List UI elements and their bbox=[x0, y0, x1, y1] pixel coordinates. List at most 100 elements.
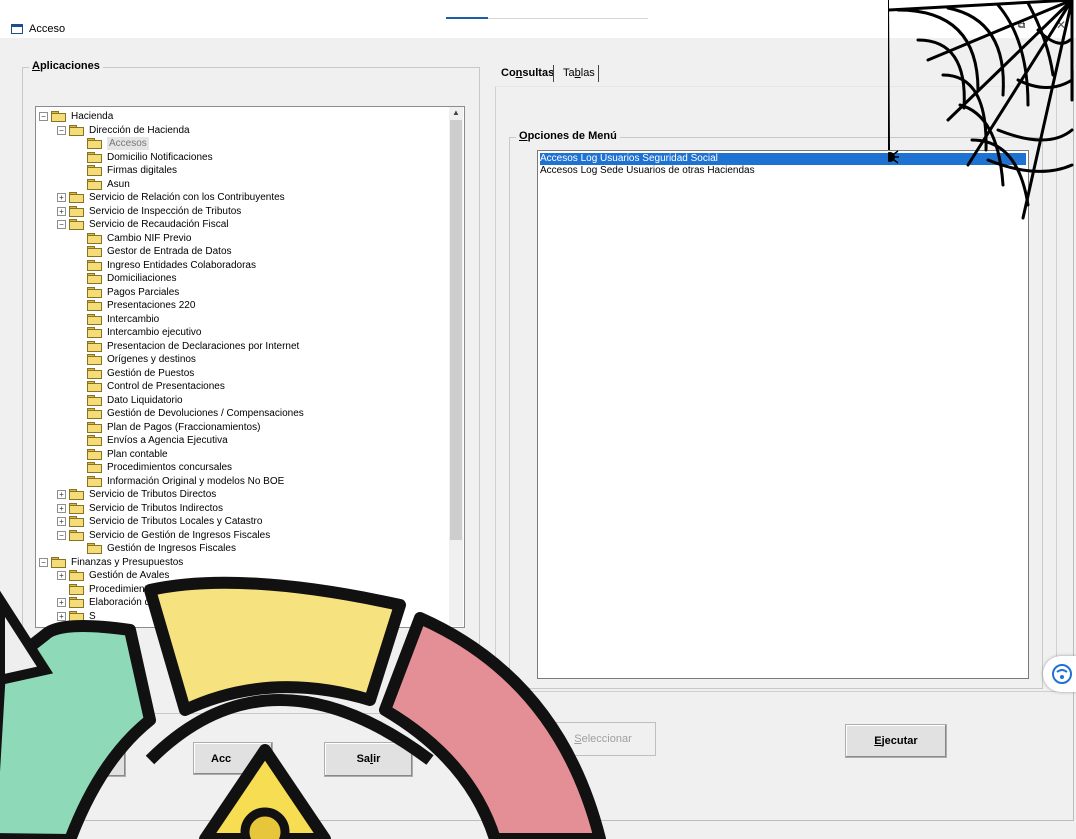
tree-node[interactable]: Accesos bbox=[36, 137, 446, 150]
tree-node-label: Asun bbox=[107, 178, 130, 190]
tree-node[interactable]: − Dirección de Hacienda bbox=[36, 124, 446, 137]
opciones-menu-accel: O bbox=[519, 130, 528, 142]
folder-icon bbox=[69, 516, 84, 527]
tree-node[interactable]: + Servicio de Tributos Locales y Catastro bbox=[36, 515, 446, 528]
tab-separator bbox=[553, 65, 554, 82]
ejecutar-accel: E bbox=[874, 735, 882, 747]
folder-icon bbox=[87, 408, 102, 419]
expand-icon[interactable]: + bbox=[57, 517, 66, 526]
tree-node-label: Servicio de Tributos Directos bbox=[89, 489, 217, 500]
list-item[interactable]: Accesos Log Sede Usuarios de otras Hacie… bbox=[540, 165, 755, 177]
tree-node-label: Gestión de Puestos bbox=[107, 367, 195, 379]
tree-node[interactable]: Intercambio bbox=[36, 313, 446, 326]
expand-icon[interactable]: + bbox=[57, 490, 66, 499]
folder-icon bbox=[69, 502, 84, 514]
applications-tree[interactable]: − Hacienda − Dirección de Hacienda Accesos Do… bbox=[35, 106, 465, 628]
tree-node[interactable]: Firmas digitales bbox=[36, 164, 446, 177]
title-divider-line bbox=[488, 18, 648, 19]
expand-icon[interactable]: + bbox=[57, 206, 66, 216]
tree-node-label: Procedimientos concursales bbox=[107, 462, 233, 473]
folder-icon bbox=[69, 489, 84, 500]
list-item-label: Accesos Log Usuarios Seguridad Social bbox=[540, 153, 718, 164]
tree-node-label: Orígenes y destinos bbox=[107, 354, 196, 365]
chat-assistant-button[interactable] bbox=[1043, 656, 1076, 692]
tree-node-label: Domicilio Notificaciones bbox=[107, 151, 213, 163]
tree-node-label: Ingreso Entidades Colaboradoras bbox=[107, 259, 256, 271]
tree-node[interactable]: − Hacienda bbox=[36, 110, 446, 123]
aplicaciones-label-rest: plicaciones bbox=[39, 60, 100, 72]
folder-icon bbox=[87, 448, 102, 460]
window-title: Acceso bbox=[29, 23, 66, 35]
folder-icon bbox=[87, 246, 102, 257]
tree-node[interactable]: Información Original y modelos No BOE bbox=[36, 475, 446, 488]
tree-scroll-thumb[interactable] bbox=[450, 120, 462, 540]
tree-node[interactable]: Dato Liquidatorio bbox=[36, 394, 446, 407]
tree-node-label: Información Original y modelos No BOE bbox=[107, 475, 285, 487]
tree-node[interactable]: Gestión de Devoluciones / Compensaciones bbox=[36, 407, 446, 420]
tree-node-label: Servicio de Tributos Locales y Catastro bbox=[89, 516, 263, 527]
folder-icon bbox=[87, 313, 102, 325]
tree-node[interactable]: Domicilio Notificaciones bbox=[36, 151, 446, 164]
tree-node[interactable]: Pagos Parciales bbox=[36, 286, 446, 299]
folder-icon bbox=[87, 354, 102, 365]
tree-node[interactable]: Control de Presentaciones bbox=[36, 380, 446, 393]
tree-node[interactable]: Plan contable bbox=[36, 448, 446, 461]
scroll-up-icon[interactable]: ▲ bbox=[451, 108, 461, 118]
tree-node-label: Cambio NIF Previo bbox=[107, 232, 192, 244]
folder-icon bbox=[69, 219, 84, 230]
aplicaciones-label: Aplicaciones bbox=[29, 60, 103, 72]
tree-node[interactable]: Orígenes y destinos bbox=[36, 353, 446, 366]
tree-node[interactable]: − Servicio de Recaudación Fiscal bbox=[36, 218, 446, 231]
collapse-icon[interactable]: − bbox=[39, 112, 48, 121]
tab-consultas-b: sultas bbox=[522, 67, 555, 79]
folder-icon bbox=[87, 165, 102, 176]
tree-node-label: Control de Presentaciones bbox=[107, 381, 225, 392]
tree-node-label: Pagos Parciales bbox=[107, 286, 180, 298]
tree-node[interactable]: + Servicio de Inspección de Tributos bbox=[36, 205, 446, 218]
folder-icon bbox=[69, 529, 84, 541]
collapse-icon[interactable]: − bbox=[57, 530, 66, 540]
tree-node-label: Servicio de Inspección de Tributos bbox=[89, 205, 242, 217]
folder-icon bbox=[87, 259, 102, 271]
tree-node[interactable]: Intercambio ejecutivo bbox=[36, 326, 446, 339]
expand-icon[interactable]: + bbox=[57, 193, 66, 202]
collapse-icon[interactable]: − bbox=[57, 125, 66, 135]
folder-icon bbox=[69, 205, 84, 217]
tab-tablas[interactable]: Tablas bbox=[563, 67, 595, 79]
ejecutar-button[interactable]: Ejecutar bbox=[845, 724, 947, 758]
folder-icon bbox=[87, 327, 102, 338]
tree-node[interactable]: Gestión de Puestos bbox=[36, 367, 446, 380]
tree-node-label: Presentaciones 220 bbox=[107, 300, 196, 311]
tab-consultas[interactable]: Consultas bbox=[501, 67, 554, 79]
tree-node[interactable]: Envíos a Agencia Ejecutiva bbox=[36, 434, 446, 447]
tree-node-label: Gestor de Entrada de Datos bbox=[107, 246, 232, 257]
spider-web-icon bbox=[888, 0, 1074, 220]
folder-icon bbox=[87, 138, 102, 149]
tree-node[interactable]: Ingreso Entidades Colaboradoras bbox=[36, 259, 446, 272]
tree-node-label: Plan de Pagos (Fraccionamientos) bbox=[107, 421, 261, 433]
tree-node[interactable]: Procedimientos concursales bbox=[36, 461, 446, 474]
tab-consultas-a: Co bbox=[501, 67, 516, 79]
tree-node[interactable]: Gestión de Ingresos Fiscales bbox=[36, 542, 446, 555]
folder-icon bbox=[69, 192, 84, 203]
folder-icon bbox=[69, 124, 84, 136]
folder-icon bbox=[87, 232, 102, 244]
tree-node[interactable]: Presentacion de Declaraciones por Intern… bbox=[36, 340, 446, 353]
tree-node[interactable]: + Servicio de Relación con los Contribuye… bbox=[36, 191, 446, 204]
tree-node[interactable]: + Servicio de Tributos Directos bbox=[36, 488, 446, 501]
chat-bubble-icon bbox=[1052, 664, 1072, 684]
tree-node[interactable]: Presentaciones 220 bbox=[36, 299, 446, 312]
tree-node[interactable]: Plan de Pagos (Fraccionamientos) bbox=[36, 421, 446, 434]
tree-node[interactable]: Asun bbox=[36, 178, 446, 191]
tree-node-label: Servicio de Gestión de Ingresos Fiscales bbox=[89, 529, 271, 541]
tree-node-label: Intercambio ejecutivo bbox=[107, 327, 202, 338]
tree-node[interactable]: Cambio NIF Previo bbox=[36, 232, 446, 245]
tree-node-label: Intercambio bbox=[107, 313, 160, 325]
tree-node[interactable]: + Servicio de Tributos Indirectos bbox=[36, 502, 446, 515]
tree-node[interactable]: − Servicio de Gestión de Ingresos Fiscale… bbox=[36, 529, 446, 542]
collapse-icon[interactable]: − bbox=[57, 220, 66, 229]
tree-node-label: Dirección de Hacienda bbox=[89, 124, 190, 136]
tree-node[interactable]: Gestor de Entrada de Datos bbox=[36, 245, 446, 258]
tree-node[interactable]: Domiciliaciones bbox=[36, 272, 446, 285]
expand-icon[interactable]: + bbox=[57, 503, 66, 513]
